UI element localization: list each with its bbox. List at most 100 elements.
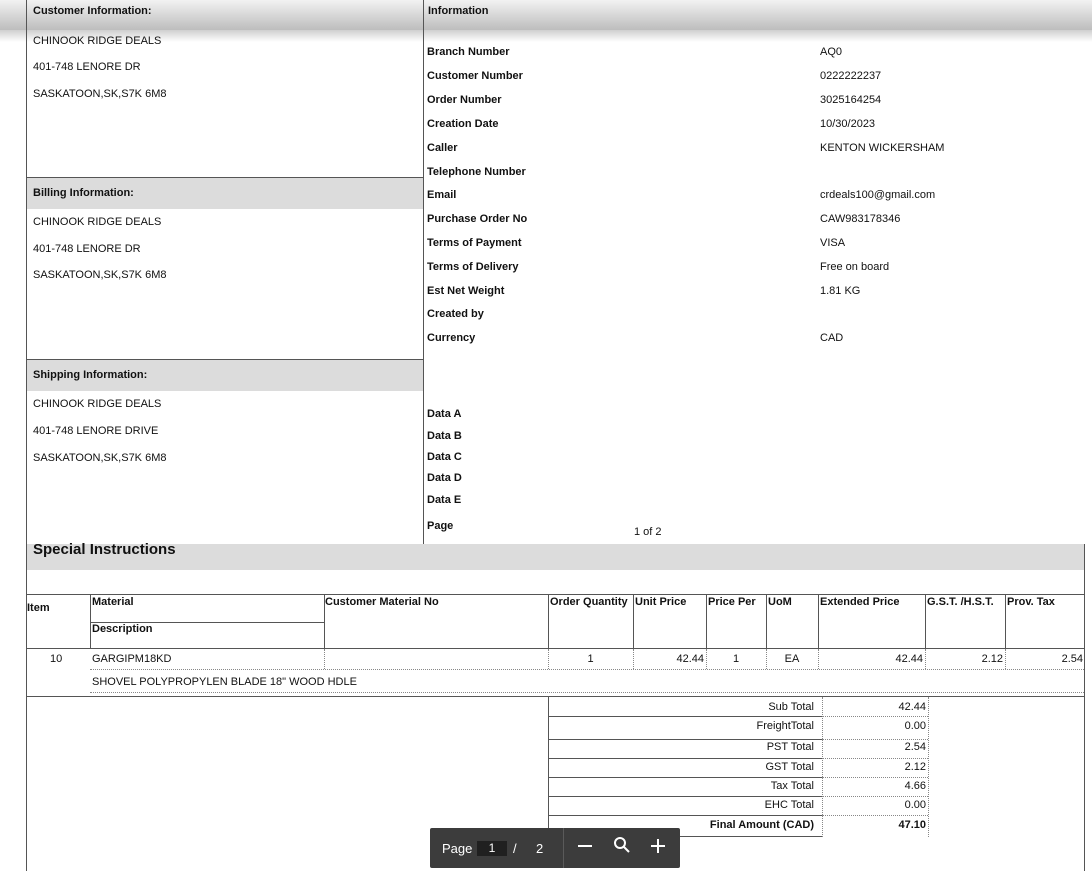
special-instructions-bar <box>27 544 1084 570</box>
totals-line <box>822 716 928 717</box>
ehc-value: 0.00 <box>904 799 926 811</box>
header-bar <box>0 0 1092 30</box>
terms-delivery-value: Free on board <box>820 261 890 273</box>
po-value: CAW983178346 <box>820 213 901 225</box>
right-border <box>1084 544 1085 871</box>
gst-label: GST Total <box>765 761 814 773</box>
zoom-in-button[interactable] <box>646 836 670 860</box>
email-label: Email <box>427 189 457 201</box>
po-label: Purchase Order No <box>427 213 528 225</box>
col-description: Description <box>92 623 153 635</box>
col-customer-material: Customer Material No <box>325 596 439 608</box>
terms-payment-label: Terms of Payment <box>427 237 522 249</box>
customer-number-value: 0222222237 <box>820 70 882 82</box>
subtotal-label: Sub Total <box>768 701 814 713</box>
toolbar-page-label: Page <box>442 841 473 856</box>
caller-label: Caller <box>427 142 458 154</box>
col-divider <box>548 594 549 649</box>
tax-total-value: 4.66 <box>904 780 926 792</box>
terms-payment-value: VISA <box>820 237 846 249</box>
created-by-label: Created by <box>427 308 484 320</box>
col-item: Item <box>27 602 50 614</box>
row-extended-price: 42.44 <box>895 653 923 665</box>
billing-name: CHINOOK RIDGE DEALS <box>33 216 162 228</box>
tax-total-label: Tax Total <box>770 780 814 792</box>
customer-name: CHINOOK RIDGE DEALS <box>33 35 162 47</box>
plus-icon <box>651 839 665 853</box>
middle-border <box>423 0 424 545</box>
row-divider <box>90 692 1084 693</box>
gst-value: 2.12 <box>904 761 926 773</box>
totals-line <box>548 815 822 816</box>
shipping-heading: Shipping Information: <box>33 369 148 381</box>
weight-value: 1.81 KG <box>820 285 861 297</box>
totals-mid-border <box>822 697 823 837</box>
totals-top-border <box>26 696 1084 697</box>
customer-number-label: Customer Number <box>427 70 523 82</box>
totals-line <box>548 739 822 740</box>
data-a-label: Data A <box>427 408 462 420</box>
currency-value: CAD <box>820 332 844 344</box>
caller-value: KENTON WICKERSHAM <box>820 142 945 154</box>
telephone-label: Telephone Number <box>427 166 526 178</box>
currency-label: Currency <box>427 332 476 344</box>
order-number-value: 3025164254 <box>820 94 882 106</box>
toolbar-divider <box>563 828 564 868</box>
row-prov-tax: 2.54 <box>1061 653 1083 665</box>
data-b-label: Data B <box>427 430 462 442</box>
totals-line <box>822 777 928 778</box>
shipping-street: 401-748 LENORE DRIVE <box>33 425 159 437</box>
header-shadow <box>0 30 1092 42</box>
row-col-divider <box>324 649 325 669</box>
page-value: 1 of 2 <box>634 526 662 538</box>
magnifier-icon <box>614 837 630 853</box>
totals-line <box>822 758 928 759</box>
totals-line <box>548 796 822 797</box>
page-separator: / <box>513 841 517 856</box>
row-unit-price: 42.44 <box>676 653 704 665</box>
email-value: crdeals100@gmail.com <box>820 189 936 201</box>
freight-value: 0.00 <box>904 720 926 732</box>
terms-delivery-label: Terms of Delivery <box>427 261 519 273</box>
zoom-out-button[interactable] <box>573 836 597 860</box>
zoom-button[interactable] <box>610 836 634 860</box>
customer-city: SASKATOON,SK,S7K 6M8 <box>33 88 167 100</box>
creation-date-value: 10/30/2023 <box>820 118 876 130</box>
weight-label: Est Net Weight <box>427 285 505 297</box>
data-c-label: Data C <box>427 451 462 463</box>
col-unit-price: Unit Price <box>635 596 687 608</box>
row-description: SHOVEL POLYPROPYLEN BLADE 18" WOOD HDLE <box>92 676 357 688</box>
total-pages: 2 <box>536 841 544 856</box>
order-number-label: Order Number <box>427 94 502 106</box>
page-number-input[interactable]: 1 <box>477 841 507 856</box>
data-d-label: Data D <box>427 472 462 484</box>
col-divider <box>766 594 767 649</box>
freight-label: FreightTotal <box>756 720 814 732</box>
col-divider <box>925 594 926 649</box>
customer-street: 401-748 LENORE DR <box>33 61 141 73</box>
special-instructions-heading: Special Instructions <box>33 541 176 558</box>
col-extended-price: Extended Price <box>820 596 900 608</box>
row-divider <box>90 669 1084 670</box>
left-border <box>26 0 27 871</box>
totals-line <box>548 716 822 717</box>
billing-street: 401-748 LENORE DR <box>33 243 141 255</box>
information-heading: Information <box>428 5 489 17</box>
totals-line <box>822 796 928 797</box>
col-gst: G.S.T. /H.S.T. <box>927 596 994 608</box>
totals-line <box>822 815 928 816</box>
row-uom: EA <box>784 653 800 665</box>
row-order-qty: 1 <box>587 653 594 665</box>
branch-label: Branch Number <box>427 46 510 58</box>
pdf-toolbar: Page 1 / 2 <box>430 828 680 868</box>
data-e-label: Data E <box>427 494 462 506</box>
branch-value: AQ0 <box>820 46 843 58</box>
shipping-name: CHINOOK RIDGE DEALS <box>33 398 162 410</box>
row-item: 10 <box>50 653 63 665</box>
pst-label: PST Total <box>766 741 814 753</box>
col-divider <box>818 594 819 649</box>
minus-icon <box>578 845 592 847</box>
final-amount-value: 47.10 <box>898 819 926 831</box>
shipping-city: SASKATOON,SK,S7K 6M8 <box>33 452 167 464</box>
totals-line <box>548 777 822 778</box>
